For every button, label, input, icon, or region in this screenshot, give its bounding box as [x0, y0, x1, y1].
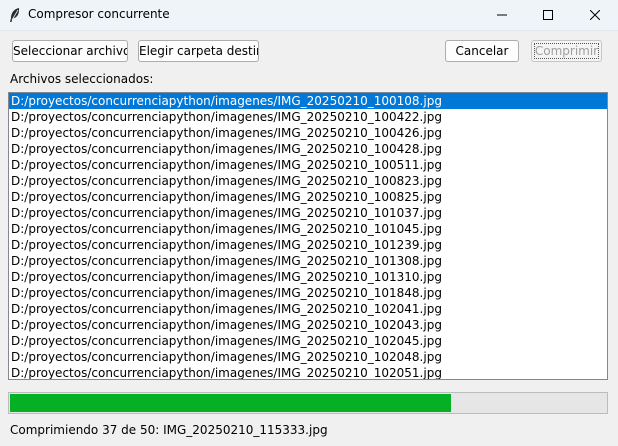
- minimize-icon: [497, 14, 507, 16]
- list-item[interactable]: D:/proyectos/concurrenciapython/imagenes…: [9, 301, 607, 317]
- list-item[interactable]: D:/proyectos/concurrenciapython/imagenes…: [9, 285, 607, 301]
- choose-folder-button[interactable]: Elegir carpeta destino: [138, 40, 259, 62]
- list-item[interactable]: D:/proyectos/concurrenciapython/imagenes…: [9, 269, 607, 285]
- list-item[interactable]: D:/proyectos/concurrenciapython/imagenes…: [9, 349, 607, 365]
- file-listbox[interactable]: D:/proyectos/concurrenciapython/imagenes…: [8, 92, 608, 380]
- list-item[interactable]: D:/proyectos/concurrenciapython/imagenes…: [9, 189, 607, 205]
- files-label: Archivos seleccionados:: [10, 72, 154, 86]
- list-item[interactable]: D:/proyectos/concurrenciapython/imagenes…: [9, 93, 607, 109]
- list-item[interactable]: D:/proyectos/concurrenciapython/imagenes…: [9, 109, 607, 125]
- list-item[interactable]: D:/proyectos/concurrenciapython/imagenes…: [9, 125, 607, 141]
- list-item[interactable]: D:/proyectos/concurrenciapython/imagenes…: [9, 317, 607, 333]
- window-title: Compresor concurrente: [28, 7, 170, 21]
- status-text: Comprimiendo 37 de 50: IMG_20250210_1153…: [10, 423, 328, 437]
- progress-fill: [10, 394, 451, 412]
- minimize-button[interactable]: [479, 0, 525, 30]
- list-item[interactable]: D:/proyectos/concurrenciapython/imagenes…: [9, 365, 607, 379]
- list-item[interactable]: D:/proyectos/concurrenciapython/imagenes…: [9, 253, 607, 269]
- list-item[interactable]: D:/proyectos/concurrenciapython/imagenes…: [9, 237, 607, 253]
- maximize-button[interactable]: [525, 0, 571, 30]
- close-icon: [590, 10, 600, 20]
- compress-button[interactable]: Comprimir: [531, 40, 602, 62]
- maximize-icon: [543, 10, 553, 20]
- list-item[interactable]: D:/proyectos/concurrenciapython/imagenes…: [9, 173, 607, 189]
- list-item[interactable]: D:/proyectos/concurrenciapython/imagenes…: [9, 141, 607, 157]
- progress-bar: [8, 392, 608, 414]
- compress-button-label: Comprimir: [534, 44, 599, 58]
- list-item[interactable]: D:/proyectos/concurrenciapython/imagenes…: [9, 333, 607, 349]
- list-item[interactable]: D:/proyectos/concurrenciapython/imagenes…: [9, 221, 607, 237]
- close-button[interactable]: [572, 0, 618, 30]
- select-files-button[interactable]: Seleccionar archivos: [12, 40, 128, 62]
- list-item[interactable]: D:/proyectos/concurrenciapython/imagenes…: [9, 205, 607, 221]
- title-bar[interactable]: Compresor concurrente: [0, 0, 618, 31]
- cancel-button[interactable]: Cancelar: [445, 40, 519, 62]
- list-item[interactable]: D:/proyectos/concurrenciapython/imagenes…: [9, 157, 607, 173]
- feather-icon: [8, 7, 22, 23]
